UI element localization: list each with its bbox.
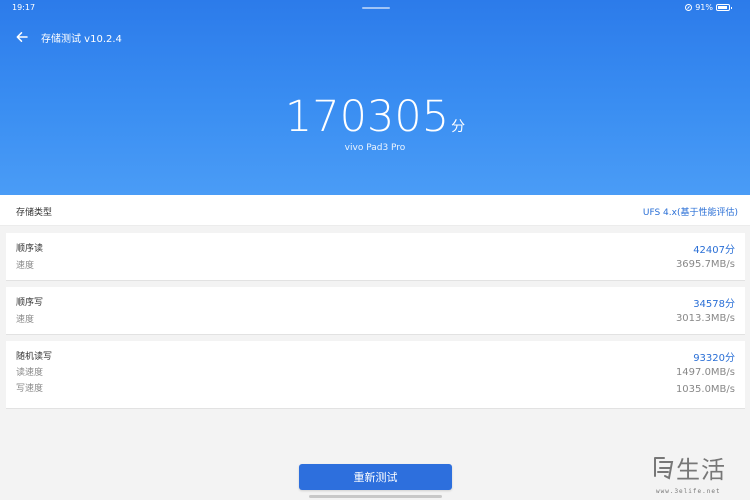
sequential-write-score: 34578分: [693, 299, 735, 310]
storage-type-label: 存储类型: [16, 208, 53, 218]
status-time: 19:17: [12, 3, 36, 12]
storage-type-value: UFS 4.x(基于性能评估): [642, 208, 738, 218]
watermark-logo: 生活 www.3elife.net: [652, 446, 750, 500]
watermark-text: 生活: [676, 456, 726, 484]
watermark-url: www.3elife.net: [656, 488, 721, 495]
sequential-read-score: 42407分: [693, 245, 735, 256]
random-rw-label: 随机读写: [16, 352, 53, 362]
storage-type-row: 存储类型 UFS 4.x(基于性能评估): [0, 195, 750, 226]
sequential-read-speed: 3695.7MB/s: [675, 259, 735, 270]
arrow-left-icon[interactable]: [14, 29, 30, 45]
status-bar: 19:17 91%: [0, 0, 750, 16]
sequential-write-speed: 3013.3MB/s: [675, 313, 735, 324]
random-read-speed: 1497.0MB/s: [675, 367, 735, 378]
sequential-read-label: 顺序读: [16, 244, 44, 254]
speed-gauge-icon: [685, 4, 693, 11]
sequential-read-card: 顺序读 速度 42407分 3695.7MB/s: [6, 233, 745, 281]
page-title: 存储测试 v10.2.4: [41, 34, 122, 45]
total-score-value: 170305: [284, 92, 450, 142]
random-read-speed-label: 读速度: [16, 368, 44, 378]
battery-icon: [716, 4, 732, 11]
score-header: 19:17 91% 存储测试 v10.2.4 170305 分 vivo Pad3…: [0, 0, 750, 195]
nav-bar: 存储测试 v10.2.4: [0, 26, 750, 48]
multitask-handle[interactable]: [362, 7, 390, 9]
random-rw-card: 随机读写 读速度 写速度 93320分 1497.0MB/s 1035.0MB/…: [6, 341, 745, 409]
status-indicators: 91%: [685, 3, 732, 12]
random-write-speed: 1035.0MB/s: [675, 384, 735, 395]
home-indicator[interactable]: [309, 495, 442, 498]
sequential-write-speed-label: 速度: [16, 315, 35, 325]
device-name: vivo Pad3 Pro: [344, 143, 406, 153]
total-score-unit: 分: [451, 119, 466, 135]
random-rw-score: 93320分: [693, 353, 735, 364]
watermark-logo-icon: [654, 457, 674, 480]
sequential-write-card: 顺序写 速度 34578分 3013.3MB/s: [6, 287, 745, 335]
random-write-speed-label: 写速度: [16, 384, 44, 394]
battery-percent: 91%: [695, 3, 713, 12]
total-score: 170305 分: [0, 92, 750, 142]
retest-button[interactable]: 重新测试: [299, 464, 452, 490]
sequential-write-label: 顺序写: [16, 298, 44, 308]
sequential-read-speed-label: 速度: [16, 261, 35, 271]
